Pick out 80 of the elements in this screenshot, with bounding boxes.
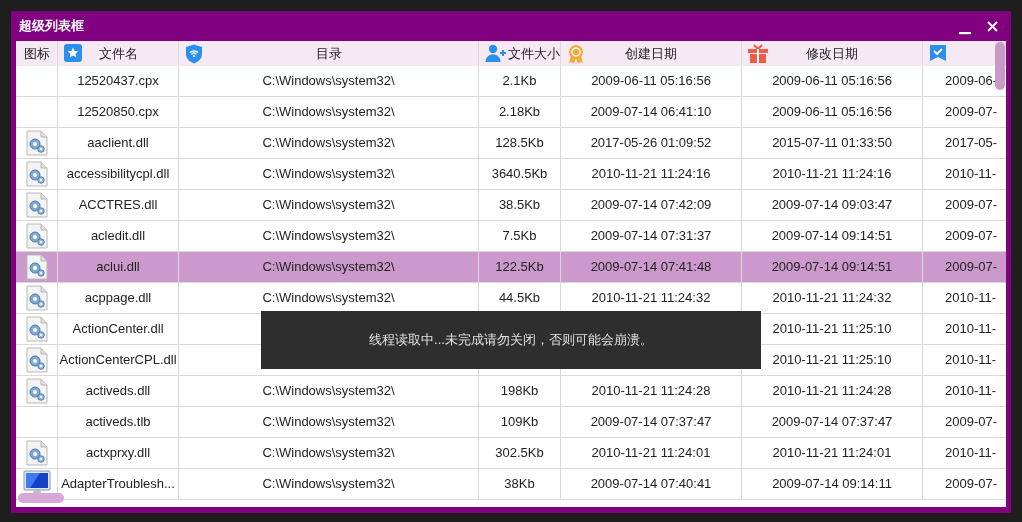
table-cell-text: C:\Windows\system32\	[262, 72, 395, 91]
table-cell-text: 2009-06-11 05:16:56	[772, 103, 892, 122]
table-cell-text: 128.5Kb	[495, 134, 544, 153]
table-cell-text: C:\Windows\system32\	[262, 258, 395, 277]
table-cell-text: actxprxy.dll	[85, 444, 151, 463]
table-cell-text: 2010-11-	[945, 444, 997, 463]
table-cell-text: 2010-11-21 11:25:10	[772, 351, 892, 370]
table-cell-text: 2009-06-11 05:16:56	[591, 72, 711, 91]
table-cell-text: 2010-11-	[945, 320, 997, 339]
table-cell-text: 2009-07-	[945, 103, 998, 122]
table-cell-text: 2010-11-	[945, 382, 997, 401]
table-cell-text: C:\Windows\system32\	[262, 196, 395, 215]
table-cell-text: 2010-11-21 11:24:16	[772, 165, 892, 184]
table-cell-text: 2009-07-14 09:14:51	[771, 258, 893, 277]
table-cell-text: AdapterTroublesh...	[61, 475, 175, 494]
loading-toast: 线程读取中...未完成请勿关闭，否则可能会崩溃。	[261, 311, 761, 369]
table-cell-text: 2.1Kb	[502, 72, 537, 91]
table-cell-text: 122.5Kb	[495, 258, 544, 277]
table-cell-text: 198Kb	[500, 382, 539, 401]
table-cell-text: C:\Windows\system32\	[262, 289, 395, 308]
table-cell-text: 2009-07-	[945, 227, 998, 246]
table-cell-text: C:\Windows\system32\	[262, 103, 395, 122]
table-cell-text: aaclient.dll	[87, 134, 149, 153]
table-cell-text: acledit.dll	[90, 227, 146, 246]
table-cell-text: aclui.dll	[96, 258, 140, 277]
window-title: 超级列表框	[19, 17, 84, 36]
table-cell-text: 2009-07-	[945, 258, 998, 277]
table-cell-text: 7.5Kb	[502, 227, 537, 246]
table-cell-text: 12520850.cpx	[77, 103, 159, 122]
table-cell-text: 2009-06-	[945, 72, 998, 91]
table-cell-text: 2010-11-21 11:25:10	[772, 320, 892, 339]
table-cell-text: 109Kb	[500, 413, 539, 432]
table-cell-text: ActionCenter.dll	[72, 320, 164, 339]
table-cell-text: 2015-07-11 01:33:50	[772, 134, 892, 153]
table-cell-text: 2010-11-21 11:24:01	[772, 444, 892, 463]
table-cell-text: C:\Windows\system32\	[262, 444, 395, 463]
table-cell-text: 2010-11-21 11:24:01	[591, 444, 711, 463]
table-cell-text: 2009-07-14 09:14:51	[771, 227, 893, 246]
table-cell-text: 2010-11-	[945, 165, 997, 184]
table-cell-text: 2009-06-11 05:16:56	[772, 72, 892, 91]
table-cell-text: acppage.dll	[84, 289, 152, 308]
table-cell-text: 2010-11-	[945, 351, 997, 370]
table-cell-text: 2010-11-	[945, 289, 997, 308]
table-cell-text: 2010-11-21 11:24:28	[772, 382, 892, 401]
table-cell-text: C:\Windows\system32\	[262, 382, 395, 401]
table-cell-text: 2.18Kb	[498, 103, 541, 122]
table-cell-text: C:\Windows\system32\	[262, 413, 395, 432]
table-cell-text: 2009-07-14 09:03:47	[771, 196, 893, 215]
table-cell-text: 2009-07-	[945, 413, 998, 432]
table-cell-text: 38Kb	[504, 475, 535, 494]
table-cell-text: 2009-07-14 06:41:10	[590, 103, 712, 122]
table-cell-text: 38.5Kb	[498, 196, 541, 215]
table-cell-text: 2009-07-	[945, 196, 998, 215]
table-cell-text: 2017-05-	[945, 134, 998, 153]
table-cell-text: activeds.dll	[85, 382, 151, 401]
table-cell-text: accessibilitycpl.dll	[66, 165, 170, 184]
table-cell-text: 2010-11-21 11:24:32	[772, 289, 892, 308]
table-cell-text: 302.5Kb	[495, 444, 544, 463]
table-cell-text: 12520437.cpx	[77, 72, 159, 91]
table-cell-text: C:\Windows\system32\	[262, 165, 395, 184]
table-cell-text: 2017-05-26 01:09:52	[590, 134, 712, 153]
table-cell-text: 2010-11-21 11:24:28	[591, 382, 711, 401]
table-cell-text: 2009-07-14 07:42:09	[590, 196, 712, 215]
table-cell-text: 2009-07-14 07:41:48	[590, 258, 712, 277]
table-cell-text: C:\Windows\system32\	[262, 475, 395, 494]
table-cell-text: 2010-11-21 11:24:16	[591, 165, 711, 184]
table-cell-text: C:\Windows\system32\	[262, 134, 395, 153]
table-cell-text: 2009-07-14 07:37:47	[590, 413, 712, 432]
table-cell-text: ACCTRES.dll	[78, 196, 158, 215]
table-cell-text: 2009-07-14 07:37:47	[771, 413, 893, 432]
table-cell-text: activeds.tlb	[85, 413, 151, 432]
table-cell-text: 2009-07-	[945, 475, 998, 494]
table-cell-text: 44.5Kb	[498, 289, 541, 308]
table-cell-text: 3640.5Kb	[491, 165, 548, 184]
table-cell-text: ActionCenterCPL.dll	[59, 351, 177, 370]
table-cell-text: 2009-07-14 09:14:11	[772, 475, 892, 494]
table-cell-text: C:\Windows\system32\	[262, 227, 395, 246]
table-cell-text: 2009-07-14 07:40:41	[590, 475, 712, 494]
table-cell-text: 2010-11-21 11:24:32	[591, 289, 711, 308]
table-cell-text: 2009-07-14 07:31:37	[590, 227, 712, 246]
